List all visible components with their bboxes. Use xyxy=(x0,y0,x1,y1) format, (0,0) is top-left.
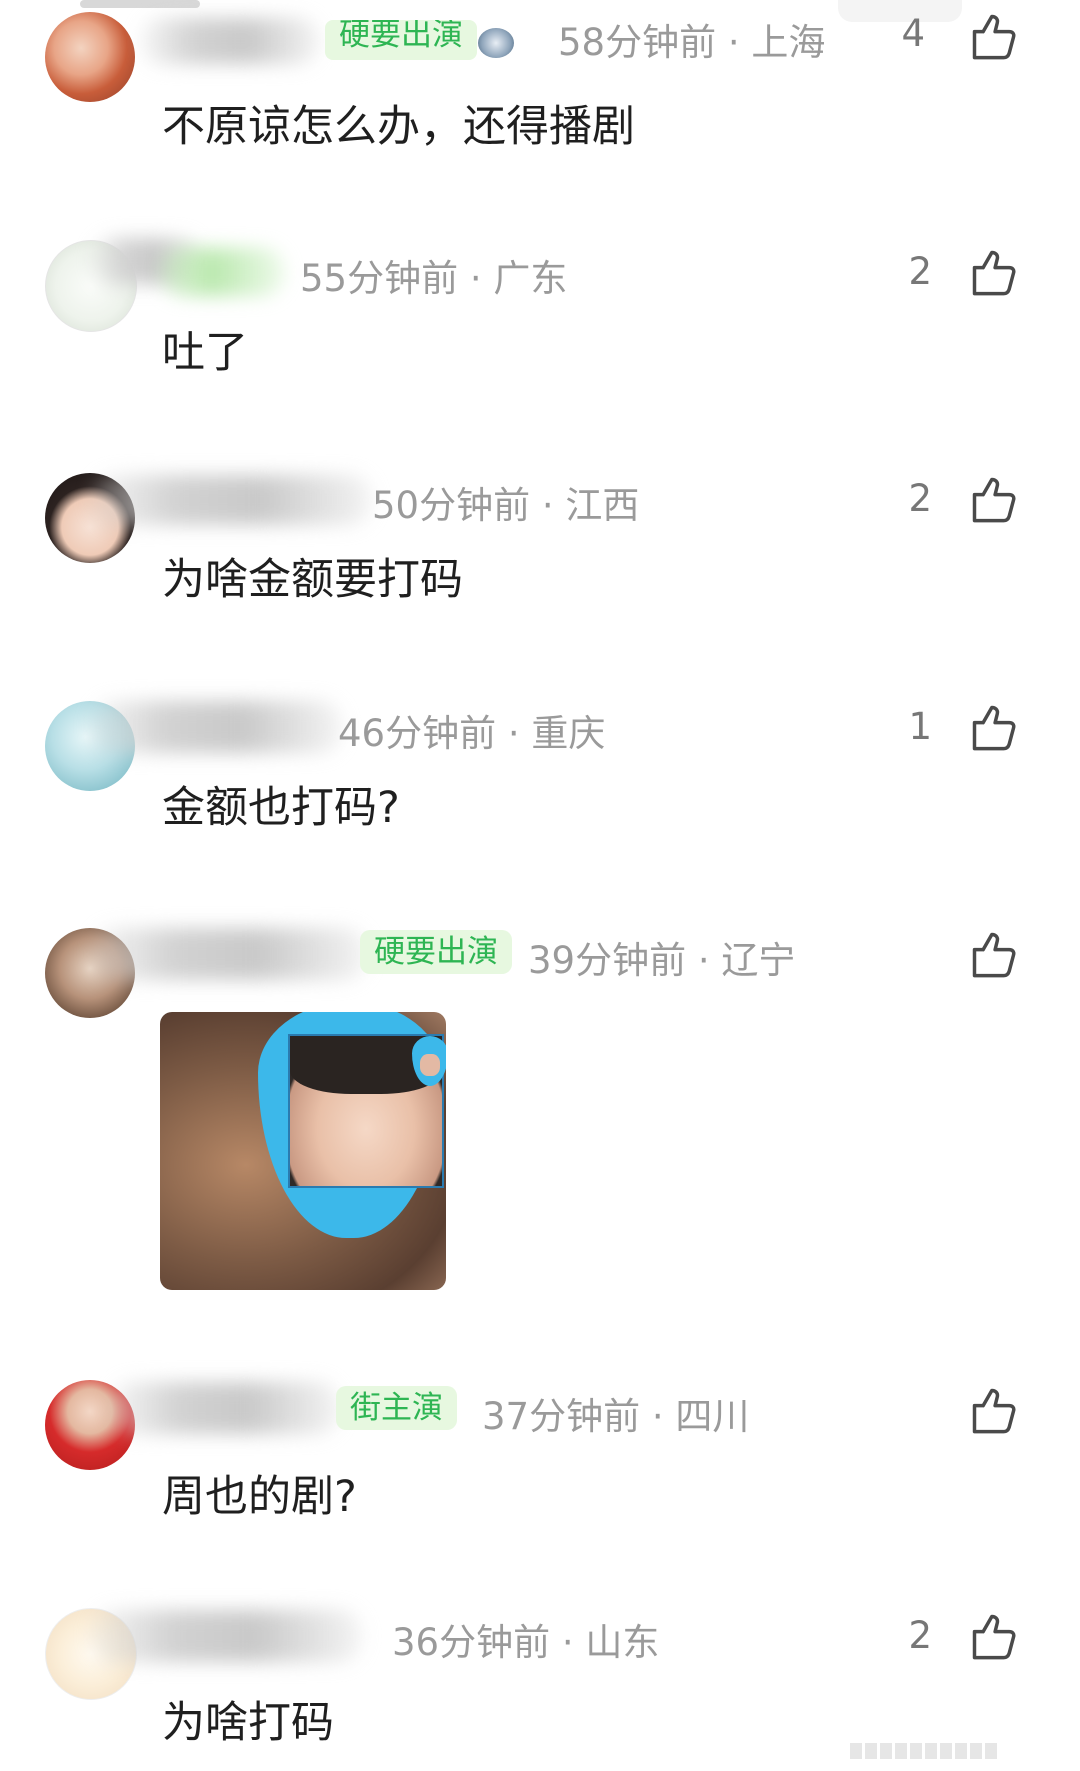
username-blurred[interactable] xyxy=(160,248,285,296)
like-count: 4 xyxy=(901,12,925,55)
comment-location: 四川 xyxy=(675,1395,750,1438)
comment-text: 周也的剧? xyxy=(162,1472,357,1522)
comment-time: 39分钟前 xyxy=(528,939,687,982)
comment-location: 江西 xyxy=(565,484,640,527)
username-blurred[interactable] xyxy=(110,1382,340,1434)
comment-text: 吐了 xyxy=(162,328,248,378)
thumbs-up-icon[interactable] xyxy=(968,10,1020,62)
comment-text: 不原谅怎么办，还得播剧 xyxy=(162,102,635,152)
comment-time: 55分钟前 xyxy=(300,257,459,300)
comment-time: 58分钟前 xyxy=(558,21,717,60)
comment-time: 46分钟前 xyxy=(338,712,497,755)
comment-meta: 55分钟前 · 广东 xyxy=(300,248,567,302)
comment-location: 重庆 xyxy=(531,712,606,755)
thumbs-up-icon[interactable] xyxy=(968,928,1020,980)
like-count: 2 xyxy=(908,477,932,520)
comment-text: 为啥金额要打码 xyxy=(162,555,463,605)
reply-image-sticker[interactable] xyxy=(160,1012,446,1290)
watermark xyxy=(850,1743,1050,1763)
mini-face xyxy=(420,1054,440,1076)
comment-location: 广东 xyxy=(493,257,568,300)
comment-time: 36分钟前 xyxy=(392,1621,551,1664)
comment-location: 山东 xyxy=(585,1621,660,1664)
separator: · xyxy=(686,939,722,982)
username-blurred[interactable] xyxy=(92,701,342,753)
thumbs-up-icon[interactable] xyxy=(968,473,1020,525)
separator: · xyxy=(640,1395,676,1438)
separator: · xyxy=(716,21,752,60)
comment-meta: 46分钟前 · 重庆 xyxy=(338,703,605,757)
comment-meta: 36分钟前 · 山东 xyxy=(392,1612,659,1666)
username-blurred[interactable] xyxy=(140,18,320,64)
like-count: 2 xyxy=(908,1614,932,1657)
comment-meta: 58分钟前 · 上海 xyxy=(558,12,825,60)
comment-meta: 50分钟前 · 江西 xyxy=(372,475,639,529)
thumbs-up-icon[interactable] xyxy=(968,701,1020,753)
like-count: 1 xyxy=(908,705,932,748)
fan-badge: 硬要出演 xyxy=(325,20,477,60)
thumbs-up-icon[interactable] xyxy=(968,1384,1020,1436)
username-blurred[interactable] xyxy=(92,1610,362,1662)
avatar[interactable] xyxy=(45,12,135,102)
separator: · xyxy=(550,1621,586,1664)
collapsed-control[interactable] xyxy=(838,0,962,22)
fan-badge: 硬要出演 xyxy=(360,930,512,974)
comment-text: 金额也打码? xyxy=(162,783,400,833)
like-count: 2 xyxy=(908,250,932,293)
comment-location: 辽宁 xyxy=(721,939,796,982)
comment-time: 50分钟前 xyxy=(372,484,531,527)
comment-time: 37分钟前 xyxy=(482,1395,641,1438)
username-blurred[interactable] xyxy=(92,928,367,980)
thumbs-up-icon[interactable] xyxy=(968,1610,1020,1662)
separator: · xyxy=(530,484,566,527)
separator: · xyxy=(458,257,494,300)
fan-badge: 街主演 xyxy=(336,1386,457,1430)
separator: · xyxy=(496,712,532,755)
thumbs-up-icon[interactable] xyxy=(968,246,1020,298)
username-blurred[interactable] xyxy=(92,475,372,525)
comment-location: 上海 xyxy=(751,21,826,60)
comment-text: 为啥打码 xyxy=(162,1698,334,1748)
truncated-text-fragment xyxy=(80,0,200,8)
rank-icon xyxy=(478,28,514,58)
comment-meta: 37分钟前 · 四川 xyxy=(482,1386,749,1440)
comment-meta: 39分钟前 · 辽宁 xyxy=(528,930,795,984)
